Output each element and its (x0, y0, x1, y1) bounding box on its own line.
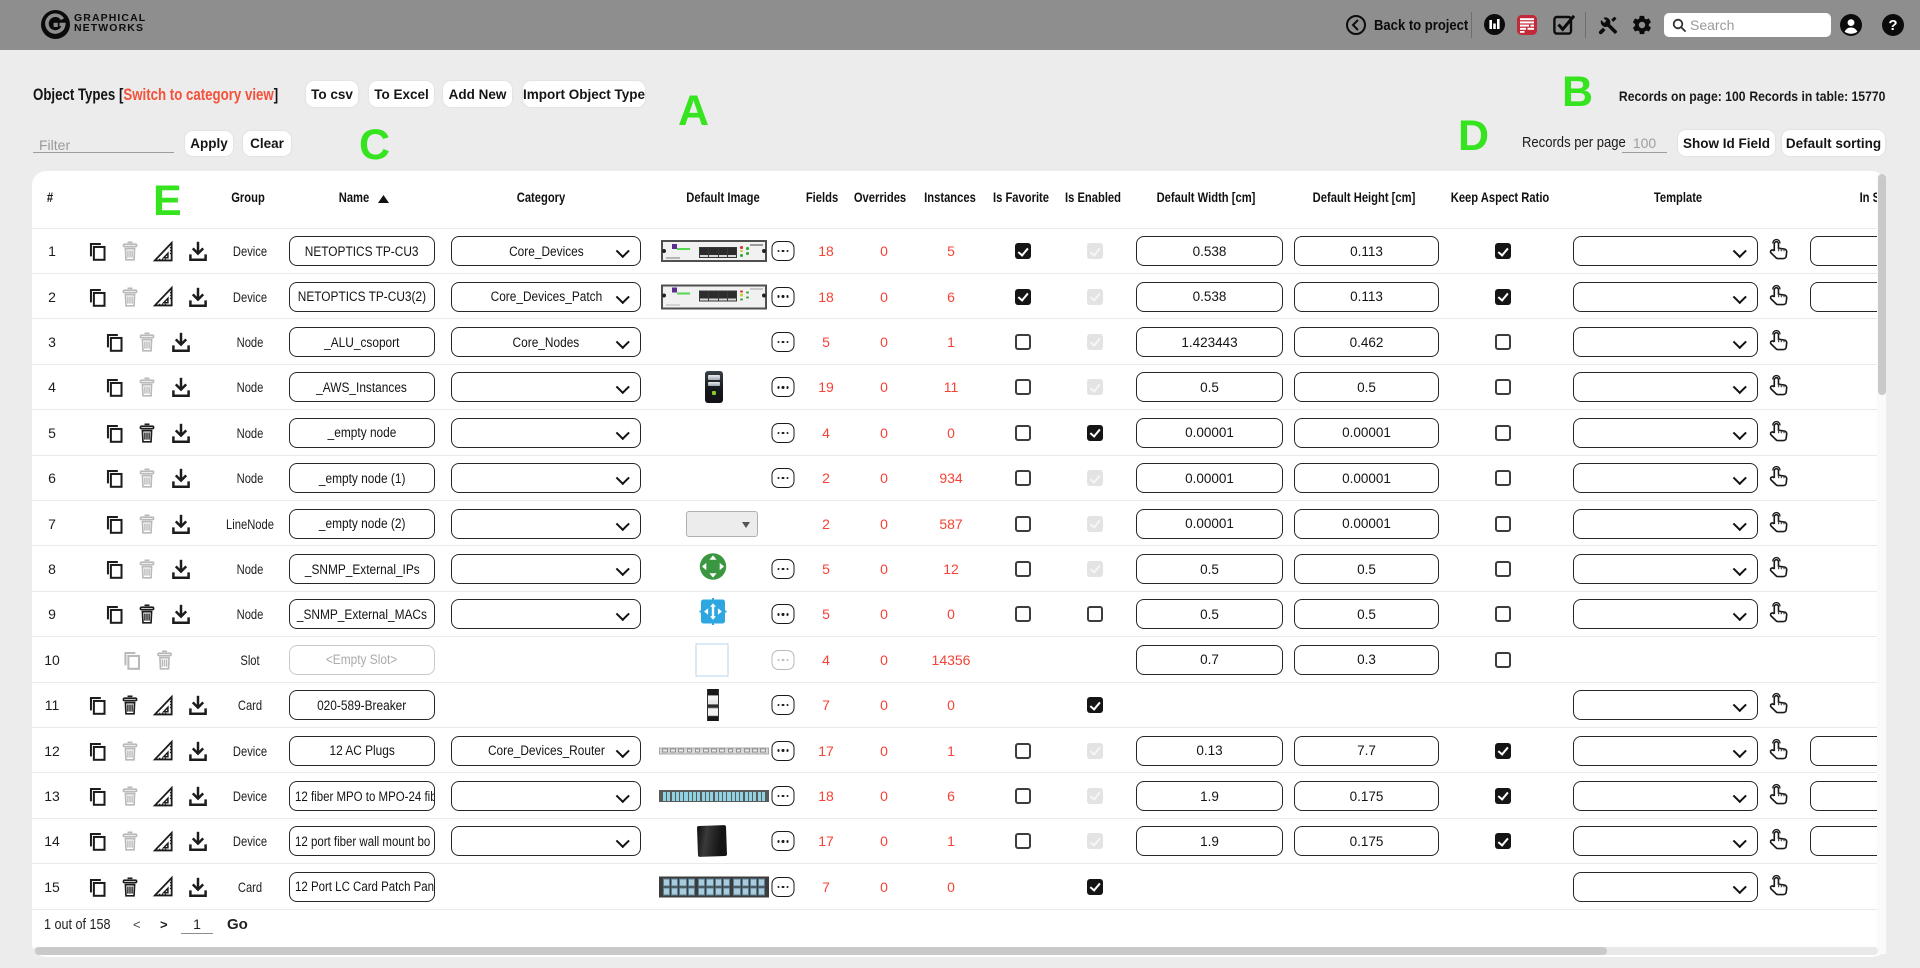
svg-text:?: ? (1888, 17, 1897, 34)
